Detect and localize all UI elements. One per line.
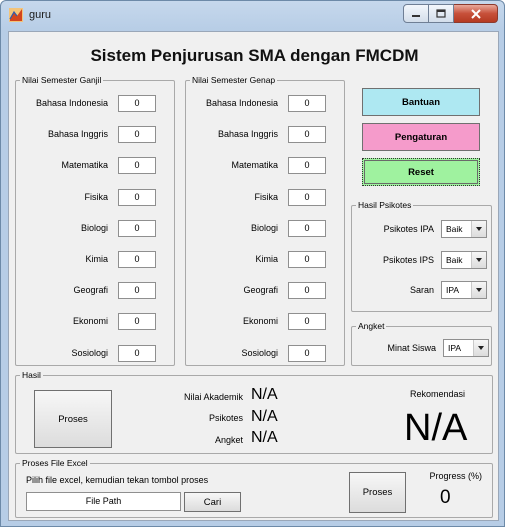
- proses-excel-button[interactable]: Proses: [349, 472, 406, 513]
- group-semester-genap: Nilai Semester Genap Bahasa Indonesia 0 Ba…: [185, 75, 345, 366]
- genap-input-2[interactable]: 0: [288, 157, 326, 174]
- genap-label-7: Ekonomi: [242, 316, 278, 326]
- ganjil-input-8[interactable]: 0: [118, 345, 156, 362]
- saran-value: IPA: [446, 285, 460, 295]
- maximize-button[interactable]: [429, 4, 454, 23]
- rekomendasi-value: N/A: [404, 407, 468, 449]
- genap-input-1[interactable]: 0: [288, 126, 326, 143]
- genap-label-1: Bahasa Inggris: [217, 129, 278, 139]
- close-icon: [470, 8, 481, 19]
- ganjil-label-6: Geografi: [73, 285, 108, 295]
- ganjil-label-5: Kimia: [85, 254, 108, 264]
- progress-label: Progress (%): [429, 471, 482, 481]
- psikotes-ips-select[interactable]: Baik: [441, 251, 487, 269]
- cari-button[interactable]: Cari: [184, 492, 241, 512]
- psikotes-result-value: N/A: [251, 408, 278, 425]
- group-hasil: Hasil Proses Nilai Akademik N/A Psikotes…: [15, 370, 493, 454]
- ganjil-label-0: Bahasa Indonesia: [35, 98, 108, 108]
- psikotes-result-label: Psikotes: [208, 413, 243, 423]
- chevron-down-icon: [471, 221, 486, 237]
- genap-input-6[interactable]: 0: [288, 282, 326, 299]
- bantuan-button[interactable]: Bantuan: [362, 88, 480, 116]
- minat-siswa-value: IPA: [448, 343, 462, 353]
- app-window: guru Sistem Penjurusan SMA dengan FMCDM …: [0, 0, 505, 527]
- minimize-button[interactable]: [403, 4, 429, 23]
- figure-canvas: Sistem Penjurusan SMA dengan FMCDM Nilai…: [8, 31, 499, 521]
- chevron-down-icon: [471, 282, 486, 298]
- rekomendasi-label: Rekomendasi: [409, 389, 465, 399]
- group-proses-file-excel: Proses File Excel Pilih file excel, kemu…: [15, 458, 493, 518]
- genap-input-3[interactable]: 0: [288, 189, 326, 206]
- group-angket: Angket Minat Siswa IPA: [351, 321, 492, 366]
- nilai-akademik-value: N/A: [251, 386, 278, 403]
- genap-input-5[interactable]: 0: [288, 251, 326, 268]
- group-hasil-psikotes-title: Hasil Psikotes: [356, 200, 414, 211]
- saran-label: Saran: [409, 285, 434, 295]
- ganjil-input-6[interactable]: 0: [118, 282, 156, 299]
- genap-input-4[interactable]: 0: [288, 220, 326, 237]
- chevron-down-icon: [473, 340, 488, 356]
- group-angket-title: Angket: [356, 321, 387, 332]
- genap-label-0: Bahasa Indonesia: [205, 98, 278, 108]
- ganjil-input-4[interactable]: 0: [118, 220, 156, 237]
- genap-label-6: Geografi: [243, 285, 278, 295]
- genap-input-7[interactable]: 0: [288, 313, 326, 330]
- ganjil-input-5[interactable]: 0: [118, 251, 156, 268]
- psikotes-ips-value: Baik: [446, 255, 463, 265]
- ganjil-label-7: Ekonomi: [72, 316, 108, 326]
- genap-label-3: Fisika: [254, 192, 278, 202]
- progress-value: 0: [440, 487, 451, 508]
- genap-label-5: Kimia: [255, 254, 278, 264]
- angket-result-value: N/A: [251, 429, 278, 446]
- ganjil-input-3[interactable]: 0: [118, 189, 156, 206]
- minat-siswa-label: Minat Siswa: [387, 343, 436, 353]
- ganjil-input-7[interactable]: 0: [118, 313, 156, 330]
- genap-label-2: Matematika: [231, 160, 278, 170]
- group-semester-ganjil: Nilai Semester Ganjil Bahasa Indonesia 0 B…: [15, 75, 175, 366]
- ganjil-input-0[interactable]: 0: [118, 95, 156, 112]
- ganjil-label-1: Bahasa Inggris: [47, 129, 108, 139]
- nilai-akademik-label: Nilai Akademik: [183, 392, 243, 402]
- psikotes-ipa-select[interactable]: Baik: [441, 220, 487, 238]
- genap-label-8: Sosiologi: [241, 348, 278, 358]
- psikotes-ipa-label: Psikotes IPA: [383, 224, 434, 234]
- page-title: Sistem Penjurusan SMA dengan FMCDM: [90, 46, 419, 65]
- ganjil-input-2[interactable]: 0: [118, 157, 156, 174]
- reset-button[interactable]: Reset: [362, 158, 480, 186]
- close-button[interactable]: [454, 4, 498, 23]
- title-bar[interactable]: guru: [1, 1, 504, 31]
- file-path-field[interactable]: File Path: [26, 492, 181, 511]
- matlab-figure-icon: [9, 8, 23, 22]
- pengaturan-button[interactable]: Pengaturan: [362, 123, 480, 151]
- maximize-icon: [436, 9, 446, 18]
- chevron-down-icon: [471, 252, 486, 268]
- genap-label-4: Biologi: [250, 223, 278, 233]
- minat-siswa-select[interactable]: IPA: [443, 339, 489, 357]
- group-hasil-psikotes: Hasil Psikotes Psikotes IPA Baik Psikote…: [351, 200, 492, 312]
- proses-hasil-button[interactable]: Proses: [34, 390, 112, 448]
- group-semester-ganjil-title: Nilai Semester Ganjil: [20, 75, 104, 86]
- ganjil-label-8: Sosiologi: [71, 348, 108, 358]
- group-proses-file-excel-title: Proses File Excel: [20, 458, 90, 469]
- genap-input-8[interactable]: 0: [288, 345, 326, 362]
- minimize-icon: [412, 14, 420, 17]
- psikotes-ips-label: Psikotes IPS: [382, 255, 434, 265]
- ganjil-label-4: Biologi: [80, 223, 108, 233]
- psikotes-ipa-value: Baik: [446, 224, 463, 234]
- saran-select[interactable]: IPA: [441, 281, 487, 299]
- ganjil-label-3: Fisika: [84, 192, 108, 202]
- angket-result-label: Angket: [214, 435, 243, 445]
- window-controls: [403, 4, 498, 23]
- ganjil-label-2: Matematika: [61, 160, 108, 170]
- group-hasil-title: Hasil: [20, 370, 43, 381]
- excel-instruction: Pilih file excel, kemudian tekan tombol …: [26, 475, 209, 485]
- group-semester-genap-title: Nilai Semester Genap: [190, 75, 278, 86]
- window-title: guru: [29, 9, 52, 21]
- genap-input-0[interactable]: 0: [288, 95, 326, 112]
- ganjil-input-1[interactable]: 0: [118, 126, 156, 143]
